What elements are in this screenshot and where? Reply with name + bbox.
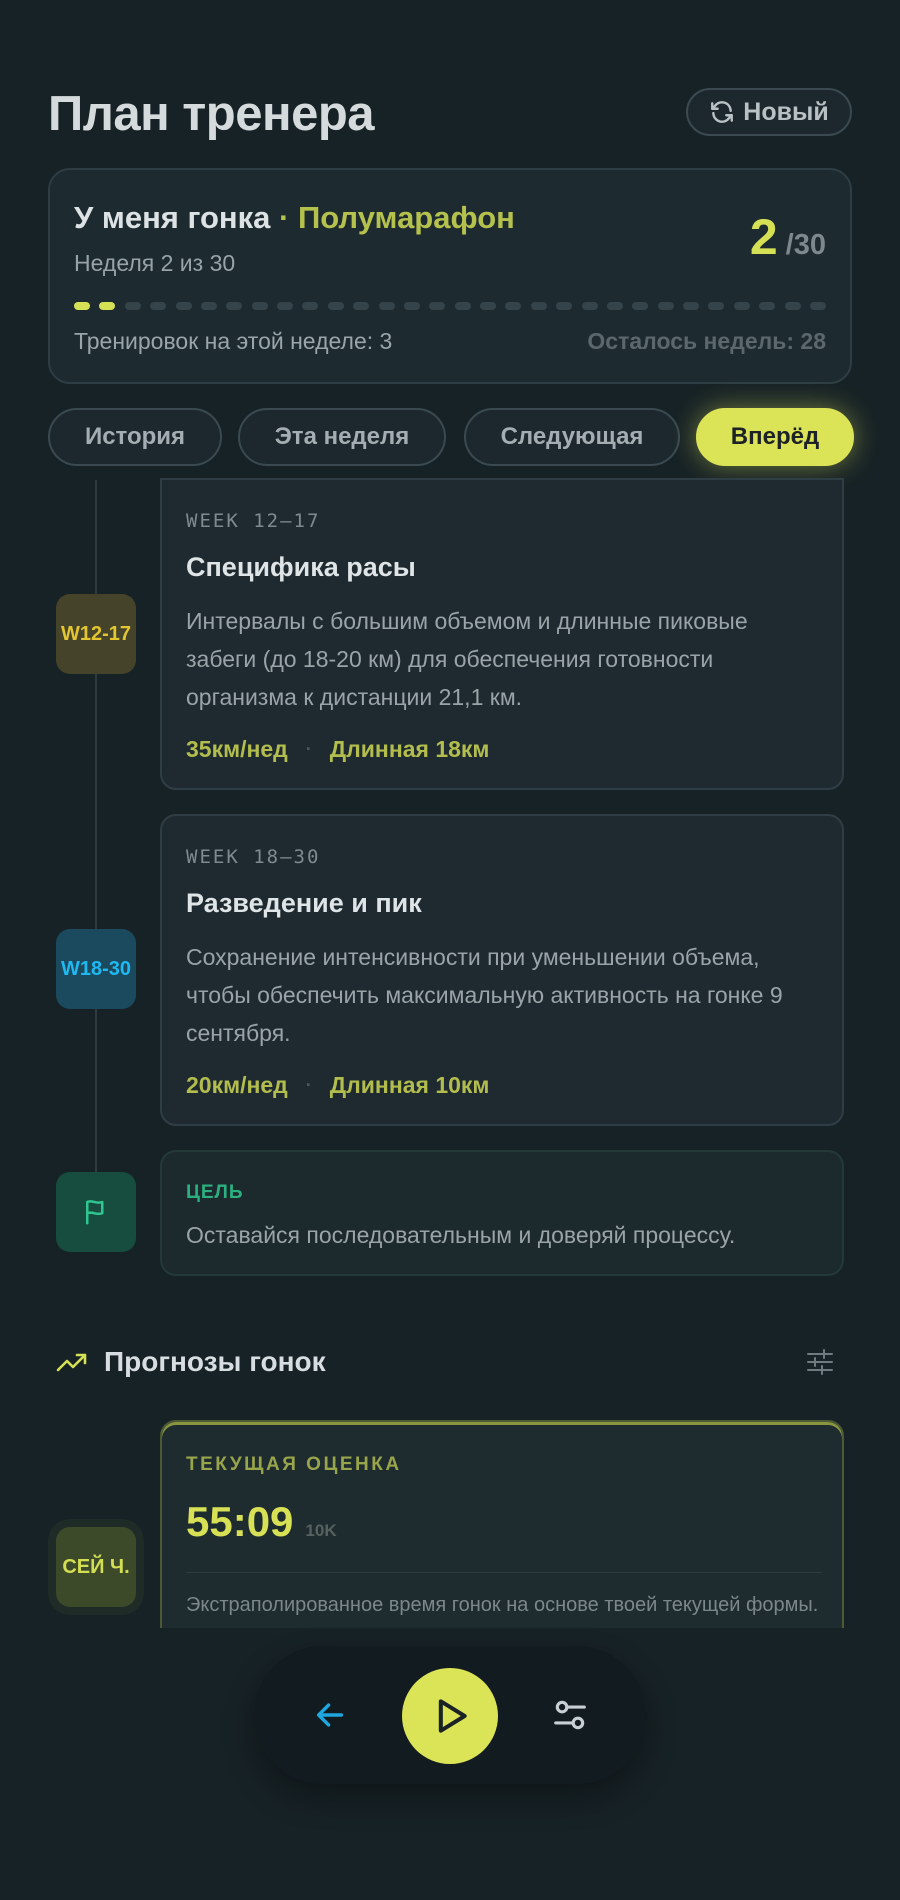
week-progress-dot: [353, 302, 370, 310]
race-type: Полумарафон: [297, 200, 515, 235]
plan-week-subtitle: Неделя 2 из 30: [74, 250, 236, 276]
week-progress-dot: [124, 302, 141, 310]
phase-card-race-specific[interactable]: WEEK 12–17 Специфика расы Интервалы с бо…: [160, 478, 844, 790]
new-plan-label: Новый: [743, 97, 829, 126]
estimate-time: 55:09: [186, 1498, 294, 1545]
week-progress-dot: [632, 302, 649, 310]
weekly-volume: 20км/нед: [186, 1072, 288, 1098]
refresh-icon: [711, 101, 734, 123]
long-run: Длинная 18км: [329, 736, 490, 762]
week-progress-dot: [74, 302, 90, 310]
timeline-line: [95, 480, 97, 1180]
week-progress-dot: [530, 302, 547, 310]
tab-next[interactable]: Следующая: [464, 408, 680, 466]
week-progress-dot: [327, 302, 344, 310]
week-progress-dot: [505, 302, 522, 310]
phase-metrics: 35км/нед · Длинная 18км: [186, 736, 489, 763]
page-title: План тренера: [48, 87, 375, 141]
week-progress-dot: [454, 302, 471, 310]
weekly-volume: 35км/нед: [186, 736, 288, 762]
goal-text: Оставайся последовательным и доверяй про…: [186, 1222, 736, 1248]
week-progress-dots: [74, 302, 826, 312]
week-progress-dot: [226, 302, 243, 310]
predictions-title: Прогнозы гонок: [104, 1346, 326, 1377]
goal-badge: [56, 1172, 136, 1252]
play-icon: [438, 1699, 467, 1733]
bottom-action-bar: [254, 1646, 646, 1784]
current-week-number: 2: [749, 209, 778, 265]
plan-title-separator: ·: [270, 200, 298, 235]
plan-title-prefix: У меня гонка: [74, 200, 271, 235]
timeline-tabs: История Эта неделя Следующая Вперёд: [48, 408, 854, 468]
phase-card-taper-peak[interactable]: WEEK 18–30 Разведение и пик Сохранение и…: [160, 814, 844, 1126]
week-progress-dot: [809, 302, 826, 310]
week-progress-dot: [99, 302, 116, 310]
estimate-description: Экстраполированное время гонок на основе…: [186, 1594, 819, 1616]
phase-badge-w12-17: W12-17: [56, 594, 136, 674]
week-progress-dot: [378, 302, 395, 310]
week-progress-dot: [784, 302, 801, 310]
phase-week-range: WEEK 12–17: [186, 510, 321, 532]
play-button[interactable]: [402, 1668, 498, 1764]
metric-separator: ·: [305, 1075, 312, 1095]
phase-title: Специфика расы: [186, 552, 416, 582]
week-progress-dot: [429, 302, 446, 310]
metric-separator: ·: [305, 739, 312, 759]
app-screen: План тренера Новый У меня гонка · Полума…: [0, 0, 900, 1900]
goal-card: ЦЕЛЬ Оставайся последовательным и доверя…: [160, 1150, 844, 1276]
total-weeks: /30: [785, 229, 826, 261]
week-progress-dot: [683, 302, 699, 310]
estimate-label: ТЕКУЩАЯ ОЦЕНКА: [186, 1454, 402, 1475]
week-progress-dot: [657, 302, 674, 310]
week-progress-dot: [302, 302, 319, 310]
predictions-header: Прогнозы гонок: [56, 1342, 836, 1386]
phase-title: Разведение и пик: [186, 888, 422, 918]
weeks-left: Осталось недель: 28: [587, 328, 826, 354]
header: План тренера Новый: [48, 82, 852, 146]
long-run: Длинная 10км: [329, 1072, 490, 1098]
new-plan-button[interactable]: Новый: [686, 88, 852, 136]
week-progress-dot: [556, 302, 573, 310]
back-button[interactable]: [310, 1695, 350, 1735]
week-progress-dot: [708, 302, 725, 310]
arrow-left-icon: [316, 1703, 344, 1727]
week-progress-dot: [200, 302, 217, 310]
sessions-this-week: Тренировок на этой неделе: 3: [74, 328, 393, 354]
goal-label: ЦЕЛЬ: [186, 1182, 244, 1203]
phase-week-range: WEEK 18–30: [186, 846, 321, 868]
week-progress-dot: [759, 302, 776, 310]
phase-description: Сохранение интенсивности при уменьшении …: [186, 944, 783, 1046]
tab-history[interactable]: История: [48, 408, 222, 466]
tab-this-week[interactable]: Эта неделя: [238, 408, 446, 466]
current-estimate-card[interactable]: ТЕКУЩАЯ ОЦЕНКА 55:09 10K Экстраполирован…: [160, 1420, 844, 1660]
settings-button[interactable]: [550, 1695, 590, 1735]
week-progress-dot: [175, 302, 192, 310]
phase-badge-w18-30: W18-30: [56, 929, 136, 1009]
plan-summary-card: У меня гонка · Полумарафон Неделя 2 из 3…: [48, 168, 852, 384]
week-progress-dot: [277, 302, 293, 310]
settings-toggles-icon: [554, 1700, 586, 1730]
trending-up-icon: [56, 1353, 87, 1372]
week-progress-dot: [150, 302, 167, 310]
current-estimate-badge: СЕЙ Ч.: [56, 1527, 136, 1607]
sliders-icon[interactable]: [804, 1346, 836, 1378]
week-counter: 2 /30: [750, 208, 826, 266]
week-progress-dot: [733, 302, 750, 310]
plan-title: У меня гонка · Полумарафон: [74, 200, 515, 236]
divider: [186, 1572, 822, 1573]
week-progress-dot: [606, 302, 623, 310]
phase-metrics: 20км/нед · Длинная 10км: [186, 1072, 489, 1099]
estimate-distance: 10K: [305, 1521, 337, 1540]
tab-forward[interactable]: Вперёд: [696, 408, 854, 466]
week-progress-dot: [581, 302, 598, 310]
phase-description: Интервалы с большим объемом и длинные пи…: [186, 608, 748, 710]
estimate-time-row: 55:09 10K: [186, 1498, 337, 1546]
week-progress-dot: [251, 302, 268, 310]
flag-icon: [86, 1200, 104, 1225]
week-progress-dot: [403, 302, 420, 310]
week-progress-dot: [480, 302, 496, 310]
